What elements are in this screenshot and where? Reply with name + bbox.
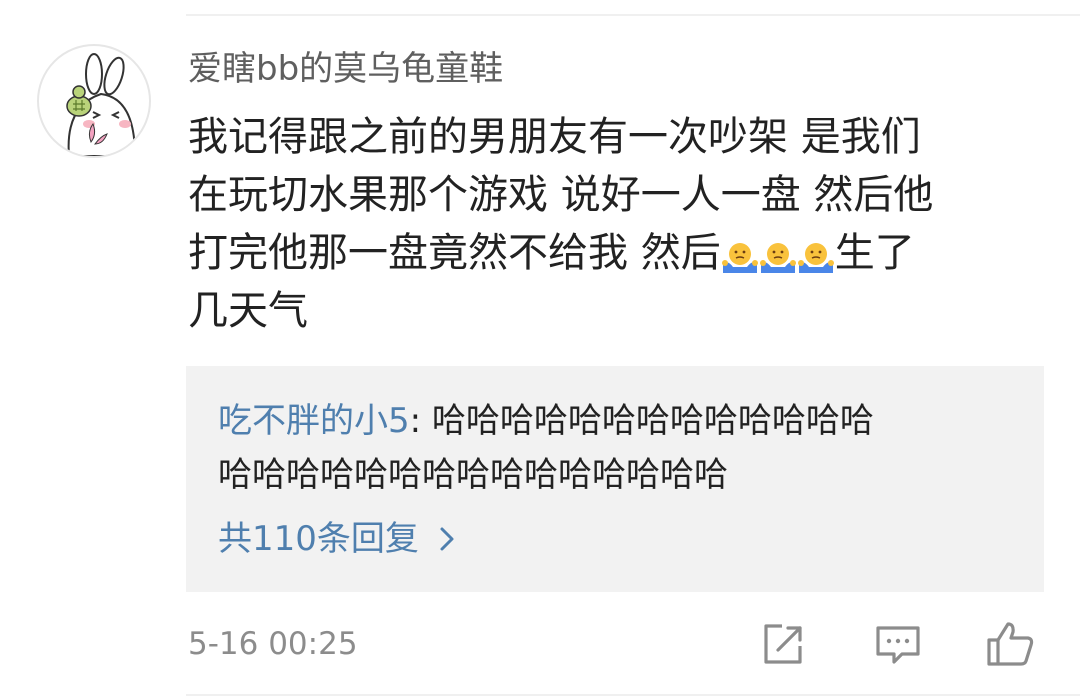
shrug-emoji-icon (797, 243, 834, 273)
share-button[interactable] (756, 618, 808, 670)
comment-line-3-tail: 生了 (834, 230, 915, 276)
shrug-emoji-icon (721, 243, 758, 273)
comment-line-3: 打完他那一盘竟然不给我 然后 生了 (188, 224, 1038, 282)
comment-icon (876, 626, 920, 664)
reply-text-line-1: 哈哈哈哈哈哈哈哈哈哈哈哈哈 (431, 401, 874, 441)
comment-line-4: 几天气 (188, 288, 308, 334)
shrug-emoji-icon (759, 243, 796, 273)
comment-content: 我记得跟之前的男朋友有一次吵架 是我们 在玩切水果那个游戏 说好一人一盘 然后他… (188, 108, 1038, 340)
bunny-holding-turtle-icon (66, 53, 137, 156)
reply-author[interactable]: 吃不胖的小5 (218, 401, 410, 441)
comment-line-3-text: 打完他那一盘竟然不给我 然后 (188, 230, 721, 276)
reply-preview-box[interactable]: 吃不胖的小5: 哈哈哈哈哈哈哈哈哈哈哈哈哈 哈哈哈哈哈哈哈哈哈哈哈哈哈哈哈 共1… (186, 366, 1044, 592)
thumbs-up-icon (987, 622, 1034, 666)
reply-line-1: 吃不胖的小5: 哈哈哈哈哈哈哈哈哈哈哈哈哈 (218, 394, 1018, 448)
top-divider (186, 14, 1080, 16)
reply-preview-text: 吃不胖的小5: 哈哈哈哈哈哈哈哈哈哈哈哈哈 哈哈哈哈哈哈哈哈哈哈哈哈哈哈哈 (218, 394, 1018, 502)
emoji-group (721, 228, 835, 286)
comment-timestamp: 5-16 00:25 (188, 626, 358, 662)
avatar[interactable] (37, 44, 151, 158)
comment-line-1: 我记得跟之前的男朋友有一次吵架 是我们 (188, 114, 921, 160)
more-replies-link[interactable]: 共110条回复 (218, 514, 461, 564)
comment-item: 爱瞎bb的莫乌龟童鞋 我记得跟之前的男朋友有一次吵架 是我们 在玩切水果那个游戏… (0, 0, 1080, 698)
chevron-right-icon (440, 527, 454, 551)
share-icon (764, 624, 802, 664)
comment-line-2: 在玩切水果那个游戏 说好一人一盘 然后他 (188, 172, 934, 218)
comment-button[interactable] (872, 618, 924, 670)
comment-username[interactable]: 爱瞎bb的莫乌龟童鞋 (188, 46, 503, 92)
more-replies-label: 共110条回复 (218, 519, 419, 559)
reply-text-line-2: 哈哈哈哈哈哈哈哈哈哈哈哈哈哈哈 (218, 455, 728, 495)
like-button[interactable] (984, 618, 1036, 670)
bottom-divider (186, 694, 1080, 696)
reply-separator: : (409, 401, 432, 441)
